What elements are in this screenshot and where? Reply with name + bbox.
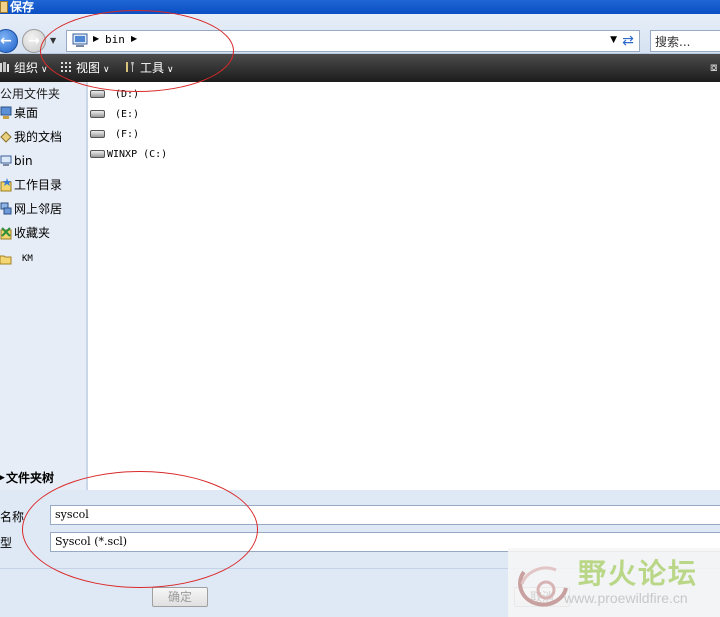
views-menu[interactable]: 视图 ∨ [60, 60, 110, 76]
favorite-item-working-dir[interactable]: 工作目录 [0, 174, 86, 196]
favorite-item-desktop[interactable]: 桌面 [0, 102, 86, 124]
watermark-url: www.proewildfire.cn [564, 590, 688, 606]
folder-icon [0, 255, 12, 265]
favorite-item-favorites[interactable]: 收藏夹 [0, 222, 86, 244]
breadcrumb-arrow-icon[interactable]: ▶ [93, 34, 99, 43]
pin-icon[interactable]: ⧇ [710, 60, 720, 76]
chevron-down-icon: ∨ [103, 65, 110, 75]
name-label: 新名称 [0, 510, 25, 524]
tools-icon [126, 62, 134, 72]
chevron-down-icon: ∨ [167, 65, 174, 75]
folder-tree-toggle[interactable]: ▶ 文件夹树 [0, 467, 88, 490]
network-icon [0, 202, 12, 215]
forward-arrow-icon: → [28, 33, 40, 49]
address-bar[interactable]: ▶ bin ▶ ▼ ⇄ [66, 30, 640, 52]
working-dir-icon [0, 178, 12, 192]
address-dropdown-icon[interactable]: ▼ [610, 35, 617, 45]
favorites-pane: 公用文件夹 桌面 我的文档 bin 工作目录 网上邻居 收藏夹 KM [0, 82, 88, 467]
favorites-icon [0, 227, 12, 240]
drive-item-e[interactable]: (E:) [90, 106, 139, 124]
search-input[interactable]: 搜索... [650, 30, 720, 52]
documents-icon [0, 131, 12, 143]
drive-item-f[interactable]: (F:) [90, 126, 139, 144]
organize-menu[interactable]: 组织 ∨ [0, 60, 48, 76]
public-folders-header: 公用文件夹 [0, 87, 61, 101]
toolbar: 组织 ∨ 视图 ∨ 工具 ∨ ⧇ [0, 54, 720, 82]
drive-icon [90, 130, 105, 138]
chevron-right-icon: ▶ [0, 473, 5, 483]
favorite-item-network[interactable]: 网上邻居 [0, 198, 86, 220]
drive-item-d[interactable]: (D:) [90, 86, 139, 104]
name-input[interactable]: syscol [50, 505, 720, 525]
computer-icon [0, 155, 12, 166]
refresh-icon[interactable]: ⇄ [619, 32, 637, 50]
views-icon [61, 62, 71, 72]
window-icon [0, 1, 8, 13]
ok-button[interactable]: 确定 [152, 587, 208, 607]
drive-icon [90, 150, 105, 158]
computer-icon [72, 33, 88, 47]
watermark-text: 野火论坛 [578, 557, 699, 590]
drive-item-c[interactable]: WINXP (C:) [90, 146, 167, 164]
window-title: 保存 [10, 0, 35, 14]
forward-button[interactable]: → [22, 29, 46, 53]
favorite-item-bin[interactable]: bin [0, 150, 86, 172]
back-button[interactable]: ← [0, 29, 18, 53]
back-arrow-icon: ← [0, 33, 12, 49]
favorite-item-my-documents[interactable]: 我的文档 [0, 126, 86, 148]
type-label: 类型 [0, 536, 13, 550]
breadcrumb-arrow-icon[interactable]: ▶ [131, 34, 137, 43]
drive-icon [90, 110, 105, 118]
search-placeholder: 搜索... [655, 35, 691, 49]
watermark: 野火论坛 www.proewildfire.cn [508, 548, 720, 617]
forum-logo-icon [518, 566, 568, 607]
favorite-item-km[interactable]: KM [0, 248, 86, 270]
title-bar: 保存 [0, 0, 720, 14]
desktop-icon [0, 106, 12, 119]
file-list[interactable]: (D:) (E:) (F:) WINXP (C:) [88, 82, 720, 490]
address-row: ← → ▼ ▶ bin ▶ ▼ ⇄ 搜索... [0, 14, 720, 54]
tools-menu[interactable]: 工具 ∨ [124, 60, 174, 76]
drive-icon [90, 90, 105, 98]
organize-icon [0, 62, 9, 72]
chevron-down-icon: ∨ [41, 65, 48, 75]
recent-pages-dropdown-icon[interactable]: ▼ [50, 36, 56, 45]
breadcrumb-bin[interactable]: bin [105, 33, 125, 46]
